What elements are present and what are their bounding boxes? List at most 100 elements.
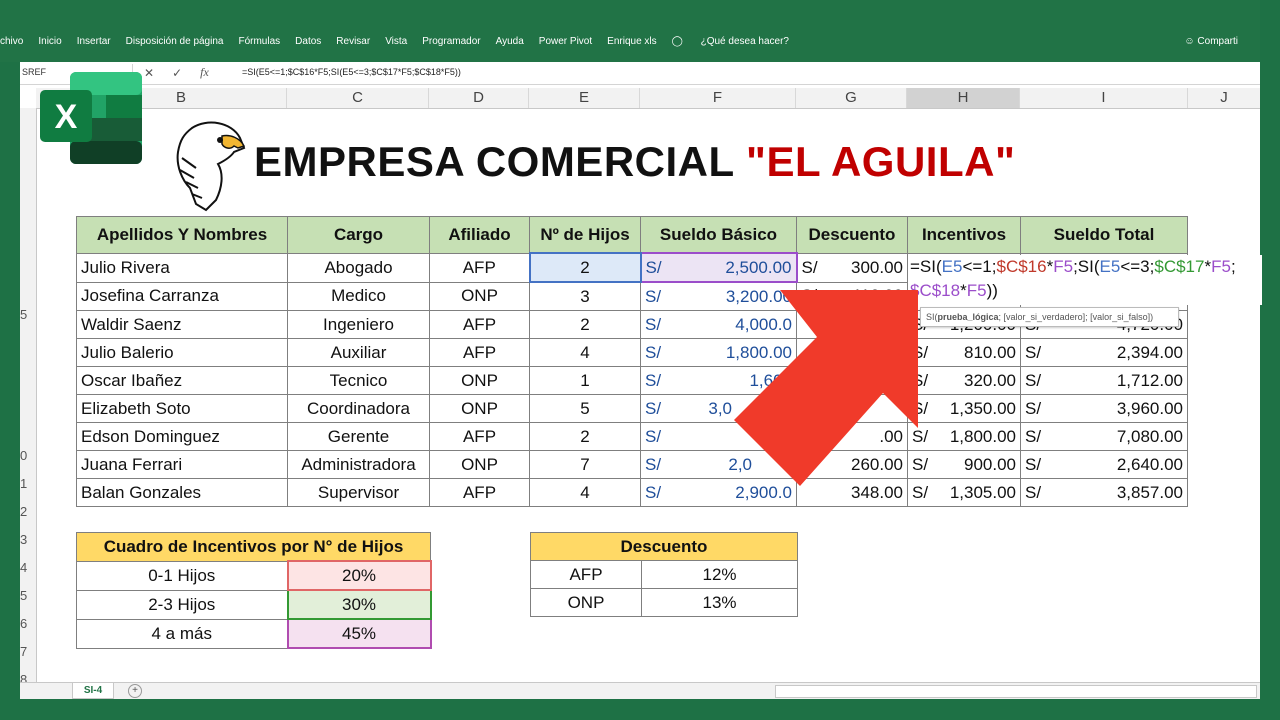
cell-sueldo[interactable]: S/2,500.00 <box>639 252 798 283</box>
tab-ayuda[interactable]: Ayuda <box>496 36 524 47</box>
incentive-table-title[interactable]: Cuadro de Incentivos por N° de Hijos <box>76 532 431 562</box>
discount-label[interactable]: AFP <box>530 560 642 589</box>
header-nombres[interactable]: Apellidos Y Nombres <box>76 216 288 254</box>
incentive-value[interactable]: 45% <box>286 618 432 649</box>
row-header[interactable]: 7 <box>20 644 36 659</box>
cell-hijos[interactable]: 2 <box>529 422 641 451</box>
cell-hijos[interactable]: 2 <box>529 310 641 339</box>
header-hijos[interactable]: Nº de Hijos <box>529 216 641 254</box>
cell-cargo[interactable]: Tecnico <box>287 366 430 395</box>
header-afiliado[interactable]: Afiliado <box>429 216 530 254</box>
column-header-h[interactable]: H <box>907 88 1020 108</box>
cell-name[interactable]: Julio Balerio <box>76 338 288 367</box>
cell-name[interactable]: Elizabeth Soto <box>76 394 288 423</box>
row-header[interactable]: 6 <box>20 616 36 631</box>
fx-icon[interactable]: fx <box>200 65 209 80</box>
cell-name[interactable]: Oscar Ibañez <box>76 366 288 395</box>
cell-afiliado[interactable]: AFP <box>429 338 530 367</box>
cell-hijos[interactable]: 1 <box>529 366 641 395</box>
discount-value[interactable]: 13% <box>641 588 798 617</box>
cell-afiliado[interactable]: ONP <box>429 366 530 395</box>
enter-icon[interactable]: ✓ <box>172 66 182 80</box>
cell-total[interactable]: S/7,080.00 <box>1020 422 1188 451</box>
formula-input[interactable]: =SI(E5<=1;$C$16*F5;SI(E5<=3;$C$17*F5;$C$… <box>242 64 461 81</box>
tab-programador[interactable]: Programador <box>422 36 480 47</box>
header-incentivos[interactable]: Incentivos <box>907 216 1021 254</box>
row-header[interactable]: 1 <box>20 476 36 491</box>
row-header[interactable]: 2 <box>20 504 36 519</box>
header-cargo[interactable]: Cargo <box>287 216 430 254</box>
cell-total[interactable]: S/3,960.00 <box>1020 394 1188 423</box>
tab-disposicion[interactable]: Disposición de página <box>126 36 224 47</box>
cell-cargo[interactable]: Supervisor <box>287 478 430 507</box>
cell-cargo[interactable]: Ingeniero <box>287 310 430 339</box>
column-header-c[interactable]: C <box>287 88 429 108</box>
cell-name[interactable]: Edson Dominguez <box>76 422 288 451</box>
tab-power-pivot[interactable]: Power Pivot <box>539 36 592 47</box>
row-header[interactable]: 3 <box>20 532 36 547</box>
horizontal-scrollbar[interactable] <box>775 685 1257 698</box>
cell-hijos[interactable]: 3 <box>529 281 641 311</box>
cell-name[interactable]: Waldir Saenz <box>76 310 288 339</box>
cell-name[interactable]: Balan Gonzales <box>76 478 288 507</box>
cell-hijos[interactable]: 4 <box>529 478 641 507</box>
cell-afiliado[interactable]: AFP <box>429 310 530 339</box>
tab-datos[interactable]: Datos <box>295 36 321 47</box>
cell-total[interactable]: S/1,712.00 <box>1020 366 1188 395</box>
column-header-e[interactable]: E <box>529 88 640 108</box>
incentive-label[interactable]: 2-3 Hijos <box>76 589 288 620</box>
incentive-value[interactable]: 30% <box>286 589 432 620</box>
cell-cargo[interactable]: Coordinadora <box>287 394 430 423</box>
share-button[interactable]: ☺ Comparti <box>1184 36 1238 47</box>
tab-vista[interactable]: Vista <box>385 36 407 47</box>
cell-hijos[interactable]: 2 <box>528 252 642 283</box>
discount-label[interactable]: ONP <box>530 588 642 617</box>
cell-afiliado[interactable]: AFP <box>429 422 530 451</box>
header-sueldo-total[interactable]: Sueldo Total <box>1020 216 1188 254</box>
tab-inicio[interactable]: Inicio <box>38 36 61 47</box>
cell-cargo[interactable]: Gerente <box>287 422 430 451</box>
cell-cargo[interactable]: Abogado <box>287 252 430 283</box>
incentive-label[interactable]: 0-1 Hijos <box>76 560 288 591</box>
tell-me-search[interactable]: ◯ ¿Qué desea hacer? <box>672 36 804 47</box>
cell-total[interactable]: S/3,857.00 <box>1020 478 1188 507</box>
column-header-i[interactable]: I <box>1020 88 1188 108</box>
cell-hijos[interactable]: 7 <box>529 450 641 479</box>
cancel-icon[interactable]: ✕ <box>144 66 154 80</box>
cell-afiliado[interactable]: AFP <box>429 252 530 283</box>
cell-cargo[interactable]: Administradora <box>287 450 430 479</box>
row-header[interactable]: 5 <box>20 307 36 322</box>
cell-total[interactable]: S/2,640.00 <box>1020 450 1188 479</box>
row-header[interactable]: 4 <box>20 560 36 575</box>
cell-total[interactable]: S/2,394.00 <box>1020 338 1188 367</box>
cell-name[interactable]: Josefina Carranza <box>76 281 288 311</box>
row-header[interactable]: 0 <box>20 448 36 463</box>
column-header-j[interactable]: J <box>1188 88 1260 108</box>
incentive-value[interactable]: 20% <box>286 560 432 591</box>
tab-enrique-xls[interactable]: Enrique xls <box>607 36 656 47</box>
cell-afiliado[interactable]: ONP <box>429 450 530 479</box>
cell-hijos[interactable]: 4 <box>529 338 641 367</box>
tab-formulas[interactable]: Fórmulas <box>238 36 280 47</box>
discount-value[interactable]: 12% <box>641 560 798 589</box>
cell-name[interactable]: Juana Ferrari <box>76 450 288 479</box>
cell-afiliado[interactable]: AFP <box>429 478 530 507</box>
column-header-f[interactable]: F <box>640 88 796 108</box>
cell-cargo[interactable]: Auxiliar <box>287 338 430 367</box>
add-sheet-icon[interactable]: + <box>128 684 142 698</box>
discount-table-title[interactable]: Descuento <box>530 532 798 561</box>
tab-revisar[interactable]: Revisar <box>336 36 370 47</box>
tab-archivo[interactable]: chivo <box>0 36 23 47</box>
row-header[interactable]: 5 <box>20 588 36 603</box>
incentive-label[interactable]: 4 a más <box>76 618 288 649</box>
tab-insertar[interactable]: Insertar <box>77 36 111 47</box>
cell-afiliado[interactable]: ONP <box>429 281 530 311</box>
cell-hijos[interactable]: 5 <box>529 394 641 423</box>
cell-descuento[interactable]: S/300.00 <box>796 252 908 283</box>
cell-afiliado[interactable]: ONP <box>429 394 530 423</box>
header-descuento[interactable]: Descuento <box>796 216 908 254</box>
cell-name[interactable]: Julio Rivera <box>76 252 288 283</box>
column-header-g[interactable]: G <box>796 88 907 108</box>
sheet-tab[interactable]: SI-4 <box>72 683 114 699</box>
cell-cargo[interactable]: Medico <box>287 281 430 311</box>
